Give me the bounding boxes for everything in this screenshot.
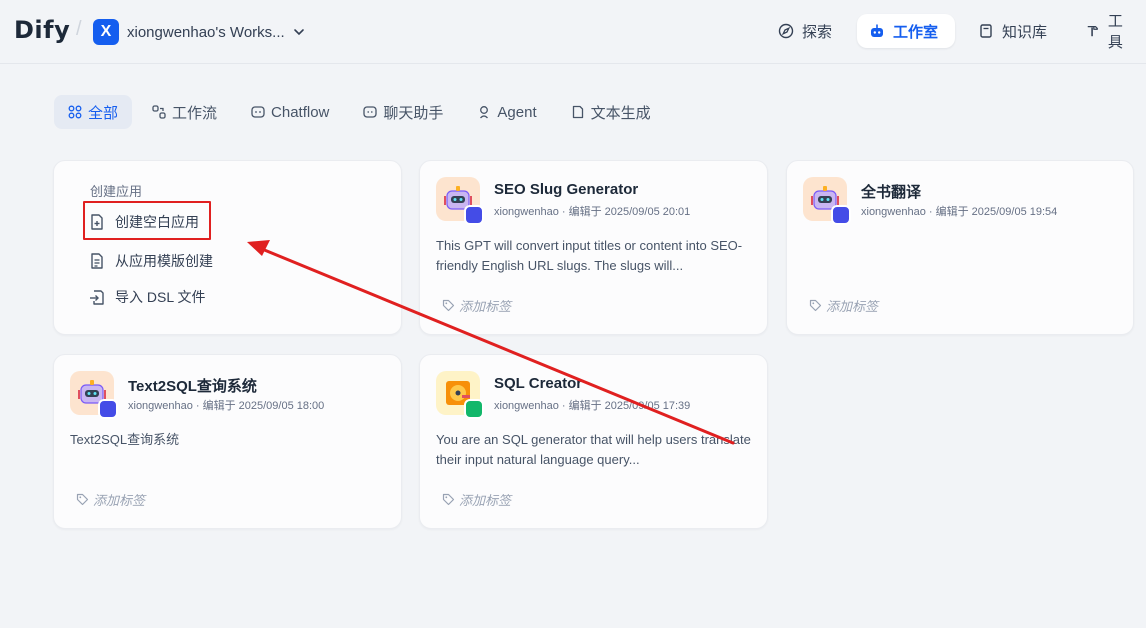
- tab-all-label: 全部: [88, 104, 119, 122]
- create-from-template-button[interactable]: 从应用模版创建: [88, 250, 213, 272]
- import-dsl-label: 导入 DSL 文件: [115, 289, 206, 305]
- app-description: Text2SQL查询系统: [70, 432, 180, 447]
- nav-explore-label: 探索: [802, 23, 833, 41]
- nav-studio[interactable]: 工作室: [857, 14, 955, 48]
- chatflow-icon: [251, 106, 265, 118]
- tab-chat-assistant-label: 聊天助手: [383, 104, 444, 122]
- app-card-seo-slug-generator[interactable]: SEO Slug Generator xiongwenhao · 编辑于 202…: [419, 160, 768, 335]
- tab-chatflow-label: Chatflow: [271, 103, 330, 121]
- add-tag-button[interactable]: 添加标签: [442, 296, 511, 315]
- tab-all[interactable]: 全部: [54, 95, 133, 129]
- tab-workflow[interactable]: 工作流: [138, 95, 231, 129]
- nav-tools[interactable]: 工具: [1074, 13, 1146, 51]
- app-description: This GPT will convert input titles or co…: [436, 238, 743, 273]
- chatbot-type-badge: [98, 399, 118, 419]
- app-name: SQL Creator: [494, 375, 583, 392]
- tab-agent[interactable]: Agent: [463, 95, 550, 129]
- template-icon: [91, 253, 103, 269]
- workspace-selector[interactable]: X xiongwenhao's Works...: [93, 19, 305, 45]
- app-meta: xiongwenhao · 编辑于 2025/09/05 19:54: [861, 206, 1058, 218]
- import-icon: [90, 290, 104, 305]
- workflow-icon: [152, 105, 166, 119]
- dify-logo[interactable]: Dify: [14, 16, 70, 44]
- tag-icon: [76, 493, 89, 506]
- app-description: You are an SQL generator that will help …: [436, 432, 751, 467]
- tab-chat-assistant[interactable]: 聊天助手: [349, 95, 457, 129]
- robot-icon: [871, 24, 883, 37]
- app-card-sql-creator[interactable]: SQL Creator xiongwenhao · 编辑于 2025/09/05…: [419, 354, 768, 529]
- create-app-title: 创建应用: [90, 184, 143, 199]
- book-icon: [980, 24, 992, 38]
- nav-studio-label: 工作室: [893, 23, 939, 41]
- app-card-book-translation[interactable]: 全书翻译 xiongwenhao · 编辑于 2025/09/05 19:54 …: [786, 160, 1134, 335]
- create-app-card: 创建应用 创建空白应用 从应用模版创建 导入 DSL 文件: [53, 160, 402, 335]
- tag-icon: [442, 299, 455, 312]
- tab-text-generation-label: 文本生成: [590, 104, 651, 122]
- chat-bot-icon: [363, 106, 378, 118]
- workspace-name: xiongwenhao's Works...: [127, 23, 285, 41]
- document-icon: [572, 105, 583, 119]
- top-header: Dify / X xiongwenhao's Works... 探索 工作室 知…: [0, 0, 1146, 64]
- app-type-filter: 全部 工作流 Chatflow 聊天助手 Agent 文本生成: [54, 95, 671, 129]
- add-tag-label: 添加标签: [93, 493, 146, 508]
- app-name: SEO Slug Generator: [494, 181, 639, 198]
- tab-chatflow[interactable]: Chatflow: [237, 95, 343, 129]
- breadcrumb-separator: /: [76, 18, 82, 40]
- app-icon: [436, 177, 484, 225]
- hammer-icon: [1087, 26, 1098, 37]
- app-name: Text2SQL查询系统: [128, 378, 257, 395]
- grid-icon: [68, 105, 82, 119]
- add-tag-button[interactable]: 添加标签: [76, 490, 145, 509]
- tag-icon: [442, 493, 455, 506]
- tag-icon: [809, 299, 822, 312]
- add-tag-label: 添加标签: [459, 493, 512, 508]
- nav-knowledge[interactable]: 知识库: [966, 14, 1059, 48]
- add-tag-label: 添加标签: [459, 299, 512, 314]
- nav-explore[interactable]: 探索: [766, 14, 844, 48]
- chatbot-type-badge: [464, 205, 484, 225]
- chatbot-type-badge: [831, 205, 851, 225]
- nav-knowledge-label: 知识库: [1002, 23, 1048, 41]
- app-icon: [436, 371, 484, 419]
- nav-tools-label: 工具: [1107, 13, 1123, 51]
- import-dsl-button[interactable]: 导入 DSL 文件: [88, 286, 206, 308]
- text-generation-type-badge: [464, 399, 484, 419]
- tab-agent-label: Agent: [497, 103, 537, 121]
- app-card-text2sql[interactable]: Text2SQL查询系统 xiongwenhao · 编辑于 2025/09/0…: [53, 354, 402, 529]
- app-name: 全书翻译: [861, 184, 922, 201]
- app-meta: xiongwenhao · 编辑于 2025/09/05 20:01: [494, 206, 691, 218]
- workspace-avatar: X: [93, 19, 119, 45]
- create-from-template-label: 从应用模版创建: [115, 253, 213, 269]
- app-icon: [70, 371, 118, 419]
- add-tag-label: 添加标签: [826, 299, 879, 314]
- highlight-box: [83, 201, 211, 240]
- app-icon: [803, 177, 851, 225]
- add-tag-button[interactable]: 添加标签: [809, 296, 878, 315]
- app-meta: xiongwenhao · 编辑于 2025/09/05 18:00: [128, 400, 325, 412]
- agent-icon: [480, 106, 489, 119]
- chevron-down-icon: [293, 29, 304, 36]
- compass-icon: [778, 23, 794, 39]
- tab-workflow-label: 工作流: [172, 104, 218, 122]
- tab-text-generation[interactable]: 文本生成: [557, 95, 665, 129]
- app-meta: xiongwenhao · 编辑于 2025/09/05 17:39: [494, 400, 691, 412]
- add-tag-button[interactable]: 添加标签: [442, 490, 511, 509]
